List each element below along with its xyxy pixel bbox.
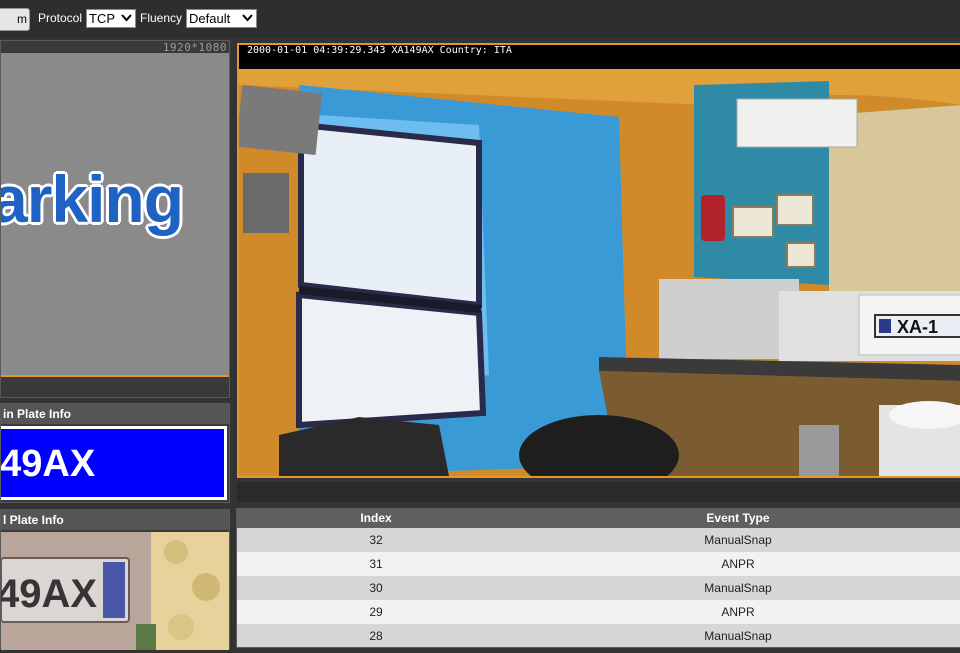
plate-image: 49AX [1,532,229,650]
snapshot-panel: 1920*1080 arking [0,40,230,398]
protocol-label: Protocol [38,11,83,25]
table-row[interactable]: 30 ManualSnap [237,576,960,600]
svg-text:49AX: 49AX [1,572,97,616]
chevron-down-icon [121,14,132,22]
column-header-index[interactable]: Index [237,509,515,528]
cell-event-type: ANPR [721,557,755,571]
column-header-event-type[interactable]: Event Type [515,509,960,528]
toolbar: m Protocol TCP Fluency Default [0,0,960,38]
protocol-select-value: TCP [89,11,115,26]
snapshot-sign-text: arking [1,162,184,236]
table-row[interactable]: 31 ANPR [237,552,960,576]
svg-text:XA-1: XA-1 [897,317,938,337]
cell-index: 30 [369,581,383,595]
toolbar-button[interactable]: m [0,8,30,31]
cell-index: 28 [369,629,383,643]
plate-number: 149AX [1,443,96,485]
cell-event-type: ManualSnap [704,581,772,595]
snapshot-image: arking [1,53,229,377]
table-header: Index Event Type [237,509,960,528]
cell-event-type: ANPR [721,605,755,619]
table-row[interactable]: 32 ManualSnap [237,528,960,552]
plate-image-title: l Plate Info [1,510,229,530]
protocol-select[interactable]: TCP [86,9,136,28]
cell-event-type: ManualSnap [704,629,772,643]
cell-index: 31 [369,557,383,571]
plate-text-box: 149AX [1,426,227,500]
events-table: Index Event Type 32 ManualSnap 31 ANPR 3… [236,508,960,648]
fluency-select-value: Default [189,11,231,26]
main-plate-panel: in Plate Info 149AX [0,403,230,503]
table-row[interactable]: 29 ANPR [237,600,960,624]
table-row[interactable]: 28 ManualSnap [237,624,960,647]
main-plate-title: in Plate Info [1,404,229,424]
cell-event-type: ManualSnap [704,533,772,547]
video-view[interactable]: XA-1 2000-01-01 04:39:29.343 XA149AX Cou… [237,43,960,478]
plate-image-panel: l Plate Info 49AX [0,509,230,650]
chevron-down-icon [242,14,253,22]
video-control-bar [237,482,960,502]
video-osd: 2000-01-01 04:39:29.343 XA149AX Country:… [247,45,512,56]
fluency-label: Fluency [140,11,183,25]
cell-index: 29 [369,605,383,619]
cell-index: 32 [369,533,383,547]
fluency-select[interactable]: Default [186,9,257,28]
